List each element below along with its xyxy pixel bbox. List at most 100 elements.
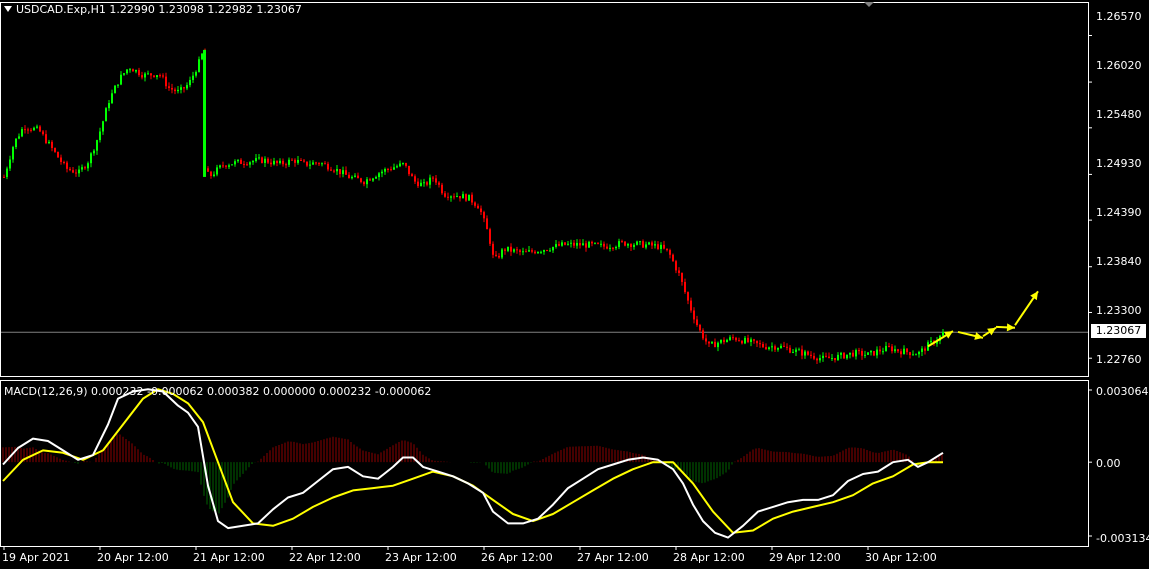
bear-candle <box>330 169 332 171</box>
bear-candle <box>432 177 434 179</box>
macd-tick-label: 0.00 <box>1096 457 1121 470</box>
time-tick-label: 29 Apr 12:00 <box>769 551 841 564</box>
bear-candle <box>624 241 626 246</box>
bull-candle <box>780 345 782 349</box>
bear-candle <box>504 249 506 251</box>
bull-candle <box>156 75 158 77</box>
bull-candle <box>372 178 374 181</box>
bear-candle <box>306 161 308 166</box>
bull-candle <box>744 337 746 344</box>
bull-candle <box>930 340 932 343</box>
bull-candle <box>588 241 590 248</box>
time-tick-label: 30 Apr 12:00 <box>865 551 937 564</box>
trading-chart[interactable] <box>0 0 1149 569</box>
bear-candle <box>900 351 902 355</box>
bull-candle <box>228 165 230 167</box>
bear-candle <box>492 243 494 255</box>
bull-candle <box>201 53 203 60</box>
bear-candle <box>267 158 269 163</box>
bear-candle <box>45 134 47 144</box>
bear-candle <box>150 73 152 76</box>
bear-candle <box>861 350 863 356</box>
bear-candle <box>702 330 704 339</box>
bull-candle <box>921 348 923 352</box>
time-tick-label: 23 Apr 12:00 <box>385 551 457 564</box>
bull-candle <box>837 354 839 361</box>
bear-candle <box>459 196 461 199</box>
bull-candle <box>396 166 398 168</box>
bear-candle <box>72 170 74 173</box>
time-tick-label: 20 Apr 12:00 <box>97 551 169 564</box>
bull-candle <box>633 244 635 247</box>
bull-candle <box>36 126 38 128</box>
bear-candle <box>243 163 245 165</box>
bull-candle <box>885 345 887 352</box>
spike-candle <box>203 49 206 177</box>
bear-candle <box>525 251 527 253</box>
bear-candle <box>756 340 758 344</box>
bull-candle <box>399 163 401 167</box>
bear-candle <box>774 346 776 350</box>
bear-candle <box>684 281 686 293</box>
bear-candle <box>360 178 362 183</box>
bear-candle <box>924 348 926 351</box>
bull-candle <box>594 242 596 244</box>
bear-candle <box>888 345 890 347</box>
bull-candle <box>798 349 800 351</box>
bull-candle <box>867 352 869 355</box>
bear-candle <box>753 339 755 341</box>
bear-candle <box>369 179 371 181</box>
bear-candle <box>69 168 71 171</box>
bull-candle <box>135 69 137 72</box>
bear-candle <box>852 352 854 357</box>
bull-candle <box>660 244 662 250</box>
bear-candle <box>597 242 599 244</box>
bull-candle <box>90 153 92 164</box>
bear-candle <box>387 168 389 170</box>
bear-candle <box>303 160 305 162</box>
scroll-marker-icon <box>864 2 874 7</box>
bull-candle <box>726 339 728 343</box>
bear-candle <box>30 129 32 131</box>
bull-candle <box>870 351 872 353</box>
bull-candle <box>189 79 191 86</box>
bull-candle <box>846 354 848 359</box>
bull-candle <box>108 103 110 109</box>
bull-candle <box>915 354 917 356</box>
bull-candle <box>279 160 281 164</box>
bear-candle <box>471 194 473 203</box>
bull-candle <box>456 196 458 198</box>
bear-candle <box>825 355 827 357</box>
bull-candle <box>180 87 182 90</box>
bull-candle <box>234 161 236 165</box>
bull-candle <box>894 349 896 352</box>
collapse-triangle-icon[interactable] <box>4 6 12 12</box>
bull-candle <box>768 347 770 350</box>
bear-candle <box>906 348 908 353</box>
bear-candle <box>435 178 437 183</box>
bear-candle <box>438 182 440 185</box>
bear-candle <box>159 75 161 77</box>
bear-candle <box>294 159 296 163</box>
main-chart-frame <box>0 2 1089 377</box>
bear-candle <box>489 229 491 244</box>
price-tick-label: 1.23300 <box>1096 304 1142 317</box>
bear-candle <box>75 172 77 174</box>
bear-candle <box>411 174 413 177</box>
bull-candle <box>117 84 119 86</box>
bull-candle <box>711 341 713 344</box>
bear-candle <box>363 182 365 185</box>
price-tick-label: 1.26570 <box>1096 10 1142 23</box>
bear-candle <box>495 254 497 256</box>
bear-candle <box>426 182 428 185</box>
bull-candle <box>795 349 797 352</box>
bear-candle <box>681 272 683 282</box>
bull-candle <box>186 85 188 89</box>
bull-candle <box>351 176 353 179</box>
bear-candle <box>240 159 242 164</box>
bear-candle <box>327 163 329 170</box>
bull-candle <box>378 173 380 178</box>
bull-candle <box>93 150 95 154</box>
bear-candle <box>42 131 44 135</box>
bear-candle <box>666 248 668 251</box>
